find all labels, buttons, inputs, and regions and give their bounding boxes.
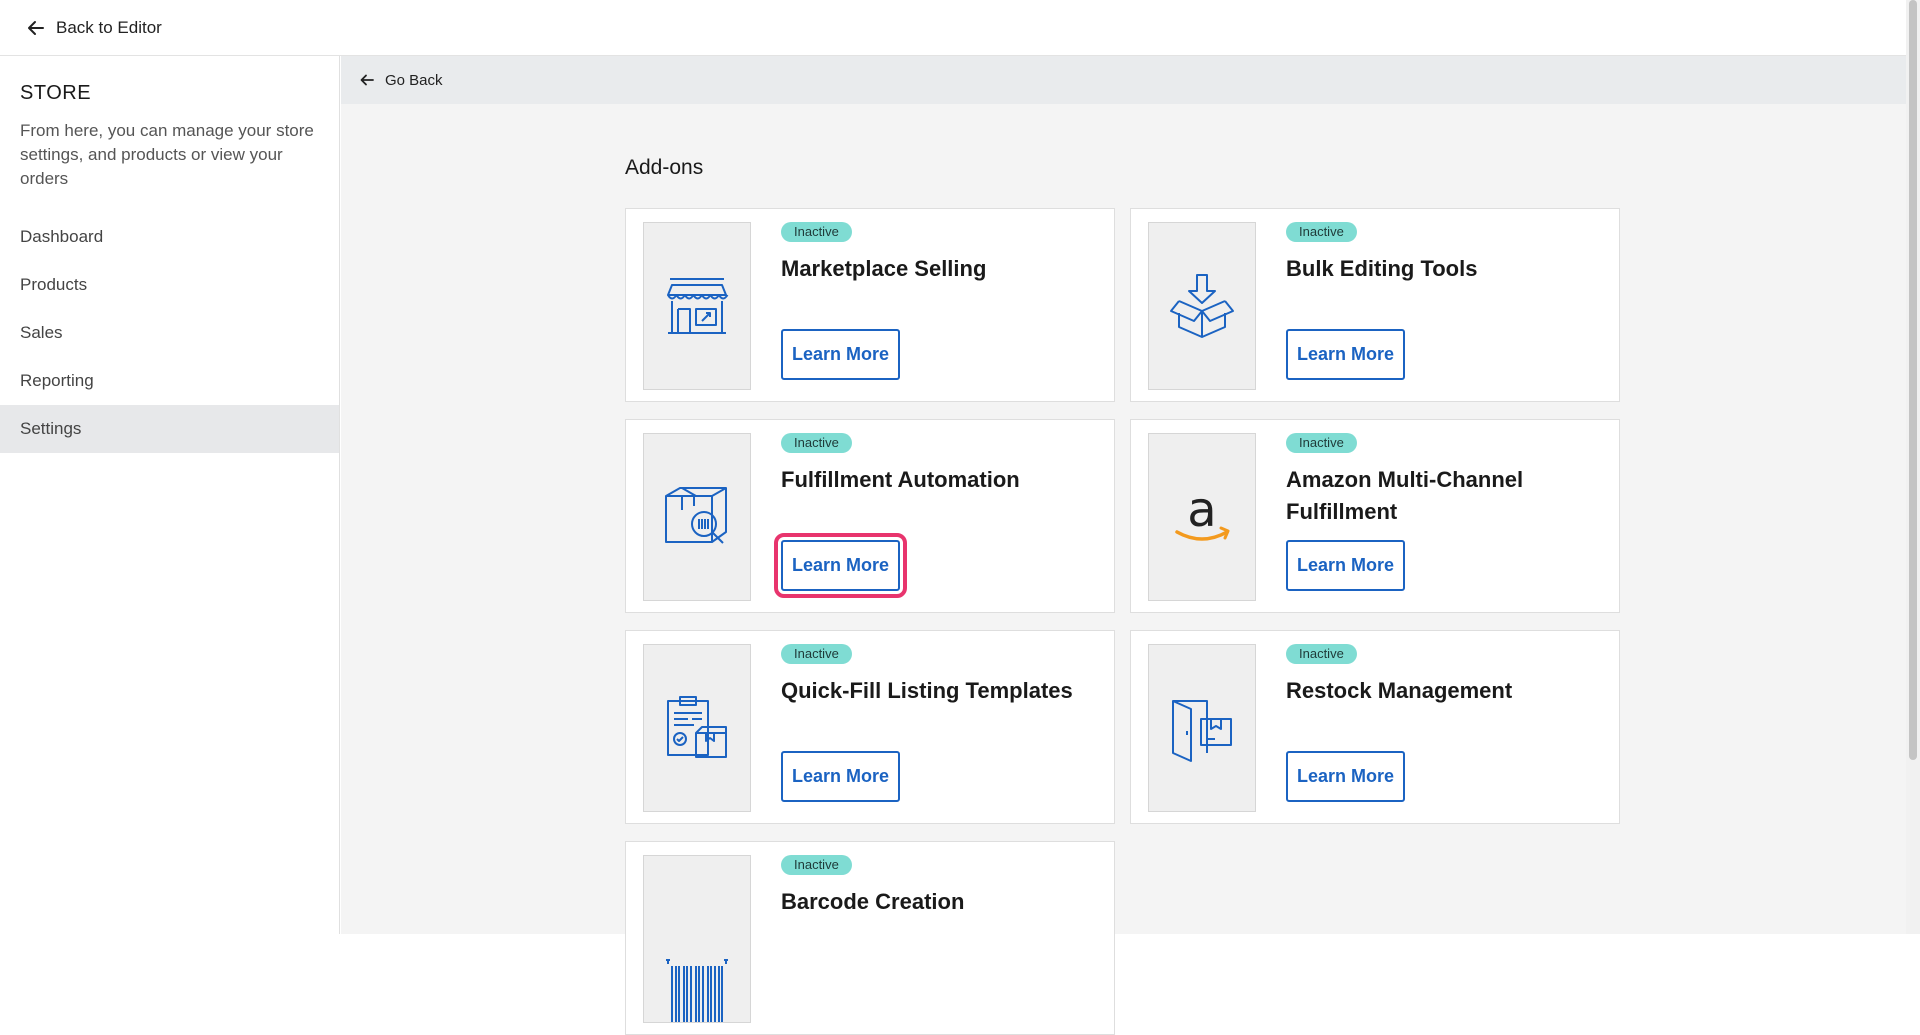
addon-title: Quick-Fill Listing Templates bbox=[781, 678, 1073, 703]
addon-card: Inactive Marketplace Selling Learn More bbox=[625, 208, 1115, 402]
addon-thumbnail bbox=[643, 433, 751, 601]
addon-thumbnail bbox=[643, 644, 751, 812]
status-badge: Inactive bbox=[1286, 433, 1357, 453]
addon-title: Marketplace Selling bbox=[781, 256, 987, 281]
learn-more-button[interactable]: Learn More bbox=[1286, 751, 1406, 802]
addon-title: Restock Management bbox=[1286, 678, 1513, 703]
sidebar-item-products[interactable]: Products bbox=[0, 261, 339, 309]
barcode-icon bbox=[666, 959, 728, 1022]
addon-card: Inactive Fulfillment Automation Learn Mo… bbox=[625, 419, 1115, 613]
clipboard-box-icon bbox=[667, 696, 727, 758]
addon-title: Bulk Editing Tools bbox=[1286, 256, 1478, 281]
addon-thumbnail: a bbox=[1148, 433, 1256, 601]
addon-card: Inactive Barcode Creation bbox=[625, 841, 1115, 1035]
learn-more-button[interactable]: Learn More bbox=[1286, 329, 1406, 380]
learn-more-button[interactable]: Learn More bbox=[773, 533, 908, 598]
go-back-button[interactable]: Go Back bbox=[359, 72, 443, 89]
addon-card: Inactive Quick-Fill Listing Templates Le… bbox=[625, 630, 1115, 824]
box-search-icon bbox=[665, 487, 727, 544]
sidebar-description: From here, you can manage your store set… bbox=[20, 121, 314, 188]
sidebar-item-settings[interactable]: Settings bbox=[0, 405, 339, 453]
addon-thumbnail bbox=[643, 855, 751, 1023]
addon-title: Amazon Multi-Channel Fulfillment bbox=[1286, 467, 1524, 524]
arrow-left-icon bbox=[28, 20, 44, 35]
status-badge: Inactive bbox=[1286, 222, 1357, 242]
addon-thumbnail bbox=[1148, 222, 1256, 390]
scrollbar-thumb[interactable] bbox=[1909, 0, 1917, 760]
addon-card: Inactive Bulk Editing Tools Learn More bbox=[1130, 208, 1620, 402]
door-box-icon bbox=[1172, 700, 1232, 762]
status-badge: Inactive bbox=[781, 222, 852, 242]
top-bar: Back to Editor bbox=[0, 0, 1906, 56]
addon-title: Fulfillment Automation bbox=[781, 467, 1020, 492]
svg-text:a: a bbox=[1187, 482, 1216, 538]
addon-card: Inactive Restock Management Learn More bbox=[1130, 630, 1620, 824]
status-badge: Inactive bbox=[1286, 644, 1357, 664]
learn-more-button[interactable]: Learn More bbox=[781, 329, 901, 380]
sidebar-title: STORE bbox=[20, 82, 92, 104]
addon-title: Barcode Creation bbox=[781, 889, 965, 914]
arrow-left-icon bbox=[360, 74, 374, 86]
addons-grid: Inactive Marketplace Selling Learn More … bbox=[625, 208, 1620, 1035]
back-to-editor-label: Back to Editor bbox=[56, 17, 162, 37]
scrollbar[interactable] bbox=[1906, 0, 1920, 934]
main-content: Go Back Add-ons Inactive Marketplace Sel… bbox=[341, 56, 1906, 1035]
status-badge: Inactive bbox=[781, 433, 852, 453]
status-badge: Inactive bbox=[781, 644, 852, 664]
status-badge: Inactive bbox=[781, 855, 852, 875]
section-title: Add-ons bbox=[625, 156, 704, 179]
learn-more-button[interactable]: Learn More bbox=[1286, 540, 1406, 591]
sidebar-item-reporting[interactable]: Reporting bbox=[0, 357, 339, 405]
learn-more-button[interactable]: Learn More bbox=[781, 751, 901, 802]
sidebar-nav: Dashboard Products Sales Reporting Setti… bbox=[0, 213, 339, 453]
go-back-label: Go Back bbox=[385, 71, 443, 89]
storefront-icon bbox=[667, 278, 729, 334]
addon-thumbnail bbox=[1148, 644, 1256, 812]
addon-thumbnail bbox=[643, 222, 751, 390]
go-back-bar: Go Back bbox=[341, 56, 1906, 104]
sidebar-item-sales[interactable]: Sales bbox=[0, 309, 339, 357]
amazon-logo-icon: a bbox=[1175, 482, 1230, 541]
addon-card: a Inactive Amazon Multi-Channel Fulfillm… bbox=[1130, 419, 1620, 613]
box-download-icon bbox=[1170, 274, 1234, 338]
back-to-editor-button[interactable]: Back to Editor bbox=[26, 18, 162, 38]
sidebar-item-dashboard[interactable]: Dashboard bbox=[0, 213, 339, 261]
sidebar: STORE From here, you can manage your sto… bbox=[0, 56, 340, 934]
